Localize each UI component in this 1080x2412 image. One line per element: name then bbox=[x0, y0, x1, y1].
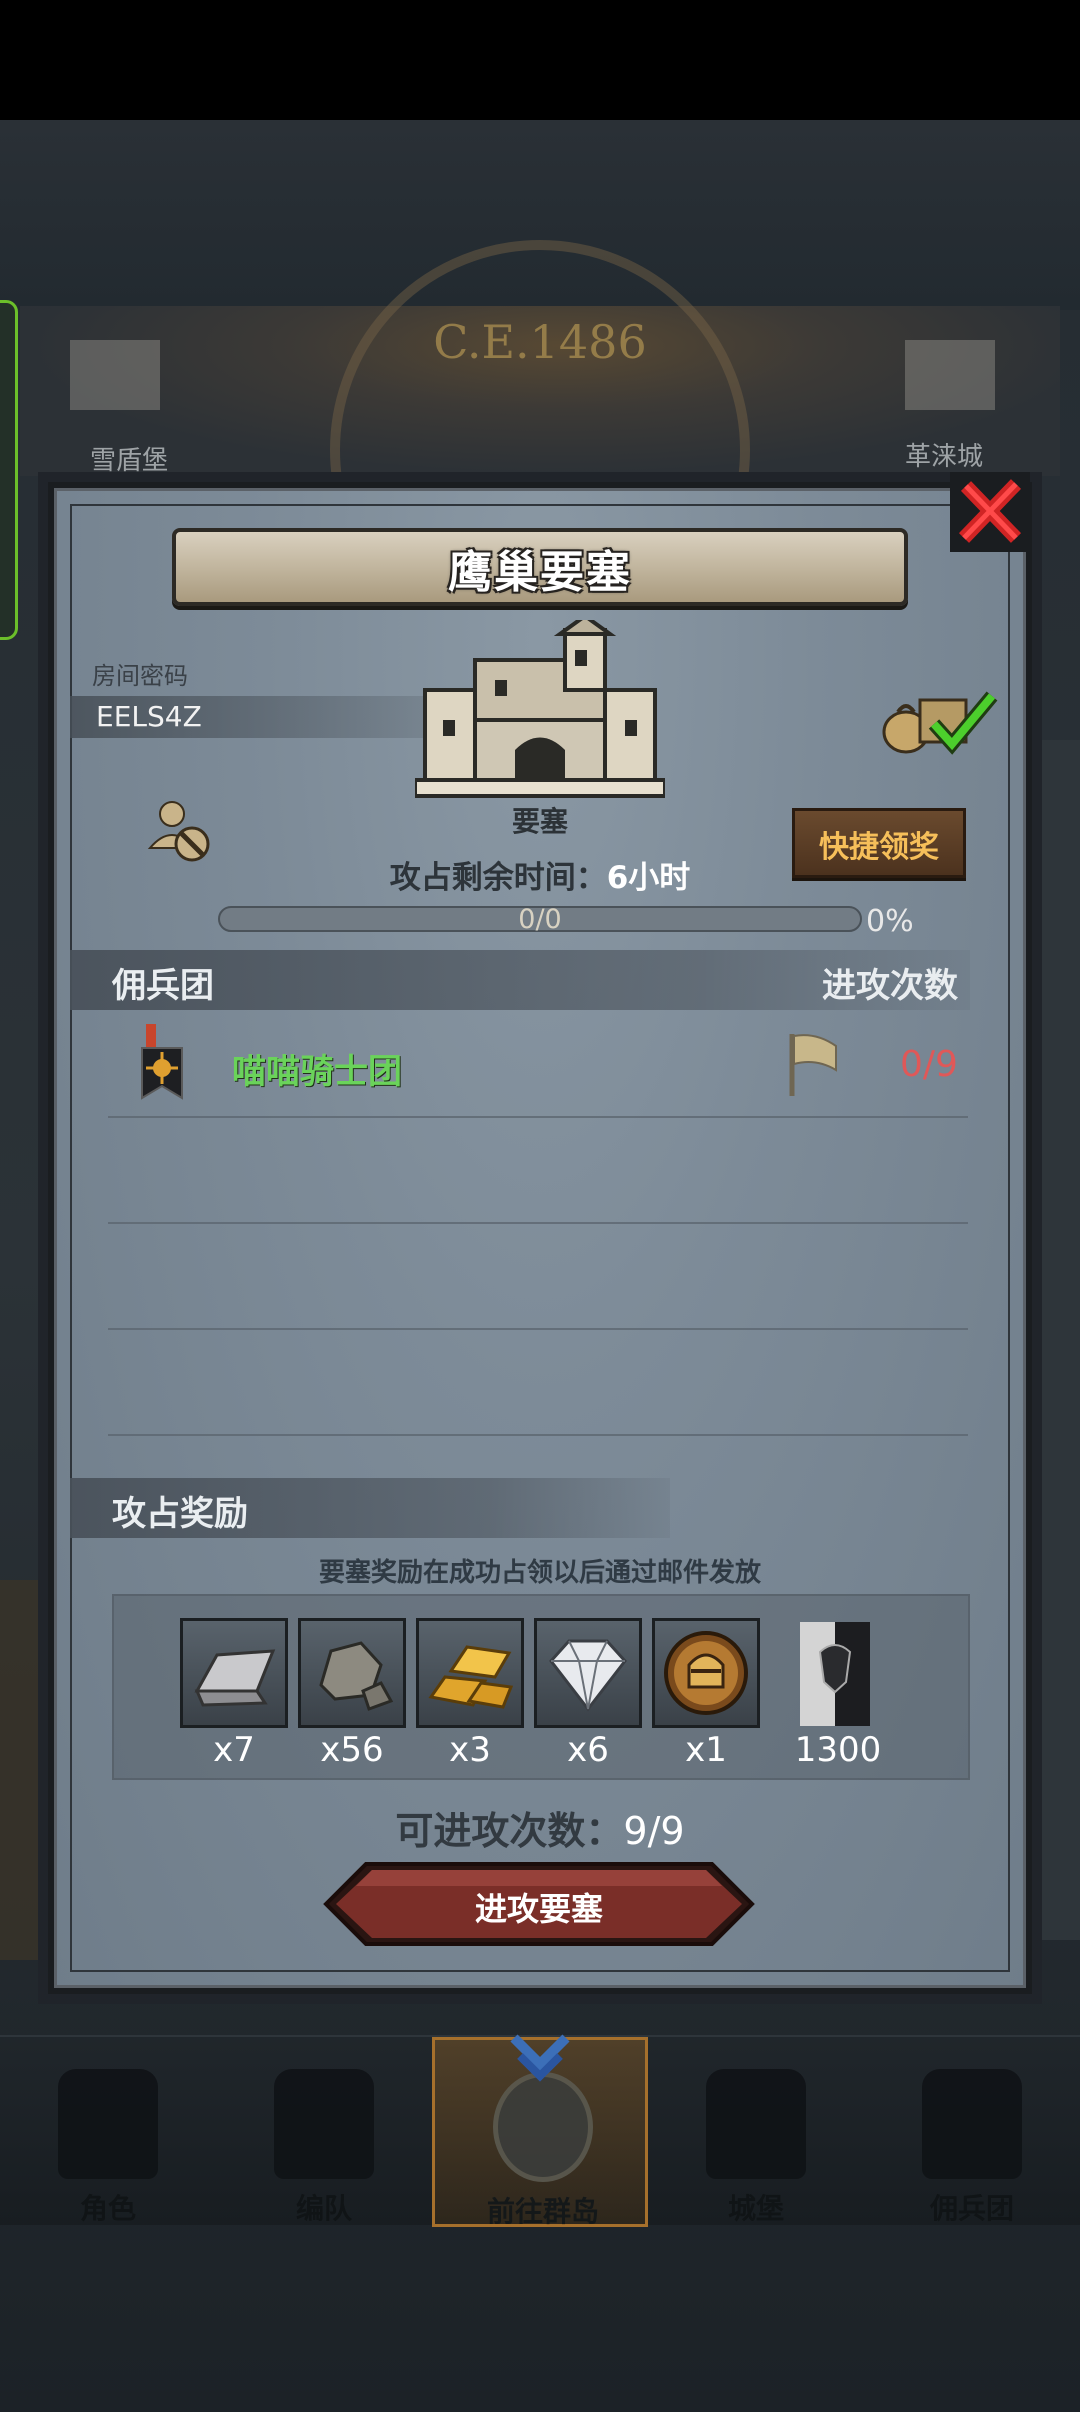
reward-count: 1300 bbox=[794, 1730, 882, 1770]
castle-icon bbox=[706, 2069, 806, 2179]
reward-count: x3 bbox=[449, 1730, 491, 1770]
side-drawer-tab[interactable] bbox=[0, 300, 18, 640]
reward-item[interactable] bbox=[652, 1618, 760, 1728]
reward-count: x6 bbox=[567, 1730, 609, 1770]
stone-ore-icon bbox=[319, 1641, 394, 1711]
castle-icon bbox=[70, 340, 160, 410]
mercenary-ship-icon bbox=[922, 2069, 1022, 2179]
flag-icon bbox=[789, 1034, 837, 1096]
no-user-icon[interactable] bbox=[146, 796, 216, 866]
dialog-title: 鹰巢要塞 bbox=[448, 547, 632, 598]
formation-icon bbox=[274, 2069, 374, 2179]
attacks-left-label: 可进攻次数： bbox=[395, 1809, 624, 1853]
close-icon[interactable] bbox=[950, 472, 1030, 552]
building-label: 要塞 bbox=[511, 805, 568, 838]
attacks-header: 进攻次数 bbox=[822, 966, 958, 1006]
castle-icon bbox=[905, 340, 995, 410]
quick-claim-label: 快捷领奖 bbox=[819, 830, 939, 865]
side-decoration-left bbox=[0, 1580, 46, 1960]
nav-item-castle[interactable]: 城堡 bbox=[648, 2037, 864, 2227]
reward-count: x56 bbox=[320, 1730, 384, 1770]
nav-label: 编队 bbox=[295, 2192, 352, 2225]
silver-ingot-icon bbox=[194, 1649, 276, 1707]
attacks-remaining: 可进攻次数：9/9 bbox=[290, 1800, 790, 1855]
nav-label: 前往群岛 bbox=[486, 2195, 599, 2228]
status-bar bbox=[0, 0, 1080, 120]
nav-item-formation[interactable]: 编队 bbox=[216, 2037, 432, 2227]
legion-banner-icon bbox=[800, 1622, 870, 1726]
fortress-icon bbox=[415, 620, 665, 798]
reward-item[interactable] bbox=[416, 1618, 524, 1728]
row-divider bbox=[108, 1328, 968, 1330]
room-code-label: 房间密码 bbox=[92, 662, 188, 690]
attack-fortress-label: 进攻要塞 bbox=[474, 1890, 603, 1928]
nav-label: 城堡 bbox=[727, 2192, 784, 2225]
row-divider bbox=[108, 1222, 968, 1224]
progress-percent: 0% bbox=[866, 904, 914, 939]
time-value: 6小时 bbox=[606, 860, 691, 896]
nav-item-mercenary[interactable]: 佣兵团 bbox=[864, 2037, 1080, 2227]
legion-name[interactable]: 喵喵骑士团 bbox=[232, 1044, 402, 1093]
side-decoration-right bbox=[1040, 740, 1080, 1940]
nav-item-character[interactable]: 角色 bbox=[0, 2037, 216, 2227]
gold-bars-icon bbox=[428, 1645, 514, 1709]
reward-item[interactable] bbox=[534, 1618, 642, 1728]
progress-count: 0/0 bbox=[518, 904, 562, 935]
chevron-down-icon bbox=[510, 2034, 570, 2082]
occupy-time-remaining: 攻占剩余时间：6小时 bbox=[290, 852, 790, 897]
rewards-note: 要塞奖励在成功占领以后通过邮件发放 bbox=[318, 1558, 761, 1588]
row-divider bbox=[108, 1116, 968, 1118]
room-code-value: EELS4Z bbox=[96, 700, 202, 733]
legion-banner-icon bbox=[141, 1024, 183, 1100]
rewards-header: 攻占奖励 bbox=[112, 1494, 248, 1534]
city-label-left: 雪盾堡 bbox=[90, 446, 169, 476]
reward-count: x1 bbox=[685, 1730, 727, 1770]
attacks-left-value: 9/9 bbox=[623, 1809, 685, 1853]
nav-label: 角色 bbox=[79, 2192, 136, 2225]
reward-item[interactable] bbox=[180, 1618, 288, 1728]
diamond-icon bbox=[549, 1639, 627, 1712]
legion-attack-count: 0/9 bbox=[900, 1044, 958, 1085]
reward-bag-check-icon bbox=[882, 691, 998, 755]
knight-medal-icon bbox=[664, 1631, 748, 1715]
row-divider bbox=[108, 1434, 968, 1436]
reward-count: x7 bbox=[213, 1730, 255, 1770]
legion-header: 佣兵团 bbox=[112, 966, 214, 1006]
time-label: 攻占剩余时间： bbox=[389, 860, 607, 896]
nav-label: 佣兵团 bbox=[929, 2192, 1014, 2225]
reward-item[interactable] bbox=[298, 1618, 406, 1728]
year-label: C.E.1486 bbox=[433, 315, 647, 369]
knight-helmet-icon bbox=[58, 2069, 158, 2179]
city-label-right: 革涞城 bbox=[905, 442, 984, 472]
